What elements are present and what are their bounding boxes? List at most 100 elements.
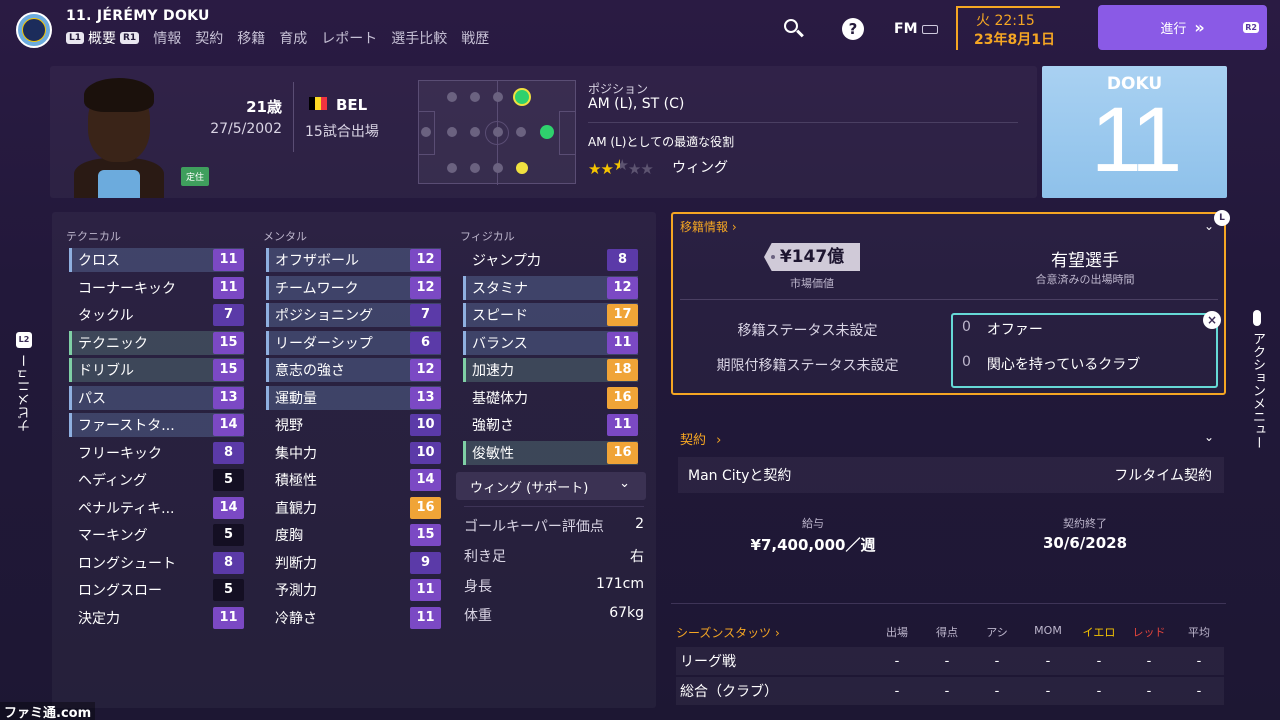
continue-button[interactable]: 進行 » R2 (1098, 5, 1267, 50)
position-value: AM (L), ST (C) (588, 96, 685, 112)
tab-transfer[interactable]: 移籍 (237, 28, 265, 48)
pitch-dot (516, 127, 526, 137)
stats-cell: - (1096, 684, 1102, 699)
attribute-row-mental[interactable]: 予測力 11 (266, 578, 441, 602)
tab-compare[interactable]: 選手比較 (391, 28, 447, 48)
action-menu-toggle[interactable]: アクションメニュー (1248, 310, 1268, 470)
role-dropdown[interactable]: ウィング (サポート) ⌄ (456, 472, 646, 500)
attribute-value: 11 (607, 331, 638, 354)
help-icon[interactable]: ? (842, 18, 864, 40)
pitch-dot (447, 127, 457, 137)
player-title: 11. JÉRÉMY DOKU (66, 8, 210, 24)
stats-cell: - (1096, 654, 1102, 669)
chevron-down-icon[interactable]: ⌄ (1204, 219, 1214, 233)
stats-column-header[interactable]: レッド (1129, 624, 1169, 640)
offers-row[interactable]: 0 オファー (962, 319, 1043, 339)
attribute-row-mental[interactable]: 積極性 14 (266, 468, 441, 492)
game-time: 火 22:15 (976, 13, 1035, 29)
stats-column-header[interactable]: イエロ (1079, 624, 1119, 640)
tab-overview[interactable]: 概要 (88, 28, 116, 48)
attribute-row-technical[interactable]: フリーキック 8 (69, 441, 244, 465)
attribute-row-physical[interactable]: ジャンプ力 8 (463, 248, 638, 272)
stats-column-header[interactable]: 平均 (1179, 624, 1219, 640)
tab-report[interactable]: レポート (321, 28, 377, 48)
attribute-row-physical[interactable]: バランス 11 (463, 330, 638, 355)
stats-cell: - (1196, 684, 1202, 699)
attribute-row-mental[interactable]: 意志の強さ 12 (266, 358, 441, 382)
attribute-row-physical[interactable]: 加速力 18 (463, 358, 638, 382)
attribute-value: 8 (213, 551, 244, 574)
attribute-row-physical[interactable]: 基礎体力 16 (463, 386, 638, 410)
attribute-row-mental[interactable]: 判断力 9 (266, 551, 441, 575)
attribute-row-technical[interactable]: コーナーキック 11 (69, 276, 244, 300)
market-value: ¥147億 (764, 243, 860, 271)
attribute-name: ポジショニング (275, 308, 373, 324)
attribute-name: ロングシュート (78, 555, 176, 572)
close-icon[interactable]: × (1203, 311, 1221, 329)
attribute-row-mental[interactable]: 冷静さ 11 (266, 606, 441, 630)
attribute-value: 12 (410, 249, 441, 271)
season-stats-title-link[interactable]: シーズンスタッツ › (676, 624, 780, 641)
stats-column-header[interactable]: 得点 (927, 624, 967, 640)
mental-heading: メンタル (263, 230, 307, 243)
attribute-row-mental[interactable]: 度胸 15 (266, 523, 441, 547)
attribute-value: 7 (213, 304, 244, 326)
attribute-row-physical[interactable]: スタミナ 12 (463, 275, 638, 300)
contract-title-link[interactable]: 契約 › (680, 429, 721, 448)
attribute-row-mental[interactable]: チームワーク 12 (266, 275, 441, 300)
stats-column-header[interactable]: アシ (977, 624, 1017, 640)
attribute-value: 15 (213, 331, 244, 354)
best-role-label: AM (L)としての最適な役割 (588, 135, 735, 149)
attribute-value: 11 (213, 249, 244, 271)
nav-menu-toggle[interactable]: L2 ナビメニュー (14, 332, 34, 452)
divider (671, 603, 1226, 604)
attribute-name: リーダーシップ (275, 335, 373, 352)
position-label: ポジション (588, 82, 649, 96)
attribute-row-mental[interactable]: オフザボール 12 (266, 248, 441, 272)
tab-contract[interactable]: 契約 (195, 28, 223, 48)
interested-clubs-row[interactable]: 0 関心を持っているクラブ (962, 354, 1140, 374)
stats-cell: - (894, 654, 900, 669)
pitch-dot (470, 127, 480, 137)
tab-info[interactable]: 情報 (153, 28, 181, 48)
tab-history[interactable]: 戦歴 (461, 28, 489, 48)
attribute-row-technical[interactable]: 決定力 11 (69, 606, 244, 630)
attribute-row-mental[interactable]: 運動量 13 (266, 385, 441, 410)
attribute-row-technical[interactable]: ロングシュート 8 (69, 551, 244, 575)
attribute-row-technical[interactable]: テクニック 15 (69, 330, 244, 355)
chevron-down-icon[interactable]: ⌄ (1204, 430, 1214, 444)
tab-development[interactable]: 育成 (279, 28, 307, 48)
attribute-row-physical[interactable]: 強靭さ 11 (463, 413, 638, 437)
attribute-value: 5 (213, 524, 244, 546)
attribute-row-physical[interactable]: スピード 17 (463, 303, 638, 327)
attribute-row-technical[interactable]: ドリブル 15 (69, 358, 244, 382)
attribute-row-physical[interactable]: 俊敏性 16 (463, 440, 638, 465)
stats-column-header[interactable]: 出場 (877, 624, 917, 640)
attribute-row-technical[interactable]: クロス 11 (69, 248, 244, 272)
attribute-row-technical[interactable]: ファーストタ... 14 (69, 413, 244, 437)
attribute-name: パス (78, 390, 106, 407)
attribute-row-technical[interactable]: パス 13 (69, 385, 244, 410)
attribute-value: 14 (213, 496, 244, 519)
attribute-name: 決定力 (78, 610, 120, 627)
attribute-row-technical[interactable]: マーキング 5 (69, 523, 244, 547)
attribute-row-technical[interactable]: タックル 7 (69, 303, 244, 327)
search-icon[interactable] (783, 18, 805, 40)
market-value-label: 市場価値 (790, 277, 834, 290)
stats-column-header[interactable]: MOM (1028, 624, 1068, 637)
attribute-row-mental[interactable]: 直観力 16 (266, 496, 441, 520)
stats-cell: - (994, 654, 1000, 669)
attribute-row-technical[interactable]: ヘディング 5 (69, 468, 244, 492)
l-tag: L (1214, 210, 1230, 226)
attribute-row-technical[interactable]: ロングスロー 5 (69, 578, 244, 602)
attribute-row-mental[interactable]: 視野 10 (266, 413, 441, 437)
attribute-name: 加速力 (472, 363, 514, 379)
attribute-row-technical[interactable]: ペナルティキ... 14 (69, 496, 244, 520)
attribute-row-mental[interactable]: ポジショニング 7 (266, 303, 441, 327)
attribute-name: 意志の強さ (275, 363, 345, 379)
attribute-row-mental[interactable]: 集中力 10 (266, 441, 441, 465)
attribute-row-mental[interactable]: リーダーシップ 6 (266, 330, 441, 355)
player-appearances: 15試合出場 (305, 124, 379, 140)
nav-menu-label: ナビメニュー (18, 354, 33, 432)
transfer-title-link[interactable]: 移籍情報 › (680, 218, 737, 235)
